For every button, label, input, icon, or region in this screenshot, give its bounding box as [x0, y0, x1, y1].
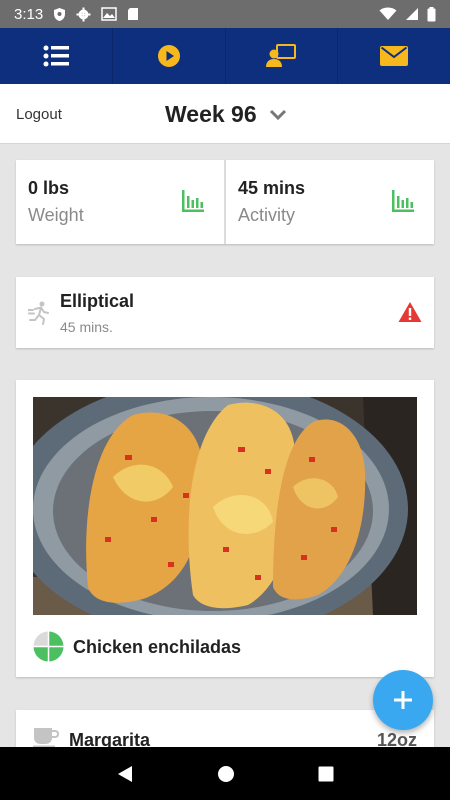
chevron-down-icon: [269, 109, 286, 120]
sd-card-icon: [128, 8, 139, 20]
cup-icon: [33, 728, 59, 748]
settings-gear-icon: [76, 7, 91, 21]
nav-tab-coach[interactable]: [226, 28, 339, 84]
nav-tab-list[interactable]: [0, 28, 113, 84]
meal-photo[interactable]: [33, 397, 417, 615]
status-time: 3:13: [14, 5, 44, 23]
battery-icon: [427, 6, 436, 21]
plus-icon: [394, 691, 412, 709]
cell-signal-icon: [406, 8, 418, 20]
warning-icon[interactable]: [398, 301, 422, 323]
app-nav-bar: [0, 28, 450, 84]
week-header: Logout Week 96: [0, 84, 450, 144]
logout-link[interactable]: Logout: [16, 106, 62, 123]
bar-chart-icon: [182, 190, 204, 212]
week-title: Week 96: [165, 101, 257, 127]
image-icon: [101, 7, 117, 21]
list-icon: [43, 45, 69, 67]
shield-icon: [54, 7, 66, 21]
meal-name: Chicken enchiladas: [73, 637, 242, 657]
exercise-card[interactable]: Elliptical 45 mins.: [16, 277, 434, 348]
meal-card[interactable]: Chicken enchiladas: [16, 380, 434, 677]
mail-icon: [380, 46, 409, 66]
week-selector[interactable]: Week 96: [165, 101, 287, 128]
status-bar: 3:13: [0, 0, 450, 28]
recents-icon[interactable]: [318, 766, 334, 782]
stats-card: 0 lbs Weight 45 mins Activity: [16, 160, 434, 244]
system-nav-bar: [0, 747, 450, 800]
runner-icon: [28, 301, 49, 325]
plate-icon: [33, 631, 64, 662]
back-icon[interactable]: [116, 765, 134, 783]
bar-chart-icon: [392, 190, 414, 212]
exercise-duration: 45 mins.: [60, 319, 113, 335]
add-entry-button[interactable]: [373, 670, 433, 730]
exercise-name: Elliptical: [60, 291, 135, 311]
coach-icon: [266, 44, 297, 67]
activity-stat[interactable]: 45 mins Activity: [224, 160, 434, 244]
nav-tab-play[interactable]: [113, 28, 226, 84]
nav-tab-messages[interactable]: [338, 28, 450, 84]
home-icon[interactable]: [217, 765, 235, 783]
play-circle-icon: [157, 45, 180, 67]
wifi-icon: [379, 7, 397, 20]
weight-stat[interactable]: 0 lbs Weight: [16, 160, 224, 244]
